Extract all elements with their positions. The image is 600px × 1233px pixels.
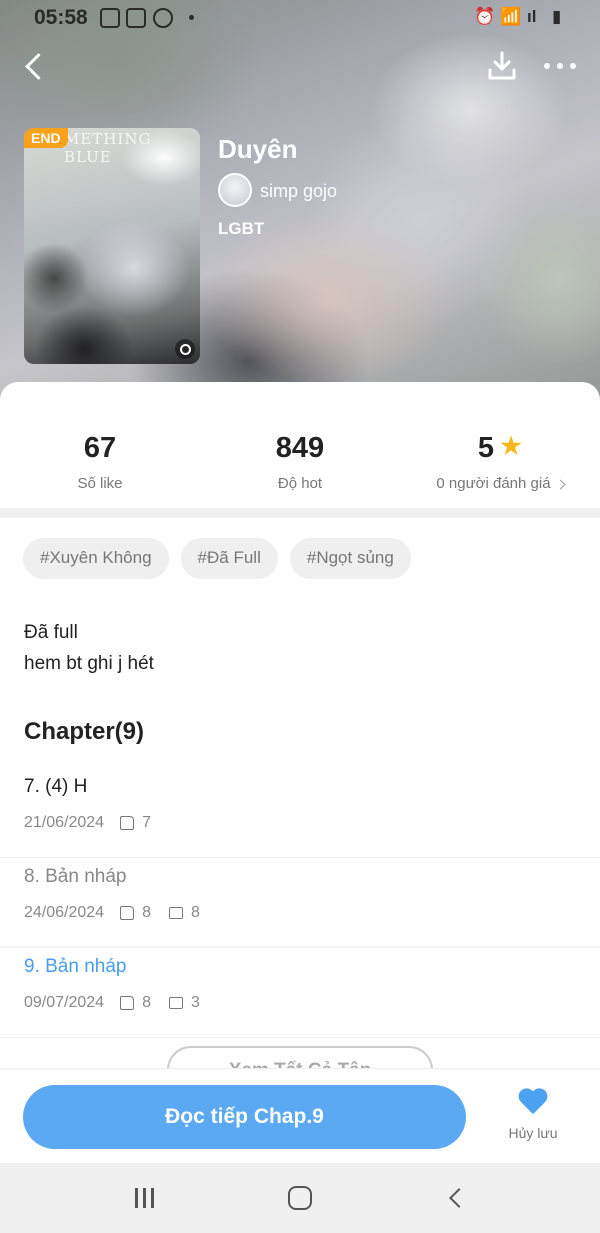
stat-likes-label: Số like <box>77 475 123 492</box>
chapter-item[interactable]: 7. (4) H 21/06/2024 7 <box>0 768 600 858</box>
signal-icon: ıl <box>527 7 537 26</box>
end-badge: END <box>24 128 68 148</box>
favorite-button[interactable]: Hủy lưu <box>498 1089 568 1141</box>
alarm-icon: ⏰ <box>474 7 496 26</box>
chapter-likes: 8 <box>142 904 151 921</box>
chapter-date: 24/06/2024 <box>24 904 105 921</box>
chapter-heading: Chapter(9) <box>24 718 145 745</box>
genre-label[interactable]: LGBT <box>218 219 264 239</box>
chapter-likes: 7 <box>142 814 151 831</box>
stat-hot-label: Độ hot <box>277 475 323 492</box>
chapter-title: 7. (4) H <box>24 776 88 797</box>
chapter-date: 21/06/2024 <box>24 814 105 831</box>
chapter-meta: 21/06/2024 7 <box>24 814 151 832</box>
stat-rating-label-row: 0 người đánh giá <box>400 475 600 492</box>
stats-card: 67 Số like 849 Độ hot 5 0 người đánh giá <box>0 382 600 508</box>
stat-rating[interactable]: 5 0 người đánh giá <box>400 432 600 492</box>
status-time: 05:58 <box>34 6 88 29</box>
story-title: Duyên <box>218 134 298 164</box>
recent-apps-button[interactable] <box>133 1188 157 1208</box>
chapter-item[interactable]: 8. Bản nháp 24/06/2024 8 8 <box>0 858 600 948</box>
chevron-right-icon <box>555 479 566 489</box>
description-line: Đã full <box>24 622 78 643</box>
home-button[interactable] <box>288 1186 312 1210</box>
status-bar: 05:58 ⏰ 📶 ıl ▮ <box>0 0 600 36</box>
zoom-icon[interactable] <box>175 339 195 359</box>
story-description: Đã full hem bt ghi j hét <box>24 617 154 679</box>
download-icon <box>488 51 516 80</box>
stat-hot: 849 Độ hot <box>200 432 400 492</box>
battery-icon: ▮ <box>552 7 562 26</box>
dnd-icon <box>153 8 173 28</box>
chapter-meta: 24/06/2024 8 8 <box>24 904 200 922</box>
stat-likes: 67 Số like <box>0 432 200 492</box>
stat-rating-value-row: 5 <box>400 432 600 465</box>
gallery-icon <box>100 8 120 28</box>
chapter-likes: 8 <box>142 994 151 1011</box>
back-button[interactable] <box>20 48 50 84</box>
thumbs-up-icon <box>120 816 135 830</box>
download-button[interactable] <box>486 50 518 82</box>
star-icon <box>500 435 522 456</box>
youtube-icon <box>126 8 146 28</box>
description-line: hem bt ghi j hét <box>24 653 154 674</box>
chapter-meta: 09/07/2024 8 3 <box>24 994 200 1012</box>
heart-icon <box>518 1089 548 1115</box>
tag-chip[interactable]: #Ngọt sủng <box>289 538 411 579</box>
chapter-item[interactable]: 9. Bản nháp 09/07/2024 8 3 <box>0 948 600 1038</box>
chapter-title: 8. Bản nháp <box>24 866 127 887</box>
tag-list: #Xuyên Không #Đã Full #Ngọt sủng <box>23 538 411 579</box>
story-cover[interactable]: METHING BLUE END <box>24 128 200 364</box>
author-avatar[interactable] <box>218 173 252 207</box>
thumbs-up-icon <box>120 906 135 920</box>
story-content: #Xuyên Không #Đã Full #Ngọt sủng Đã full… <box>0 518 600 1078</box>
chapter-list: 7. (4) H 21/06/2024 7 8. Bản nháp 24/06/… <box>0 768 600 1038</box>
favorite-label: Hủy lưu <box>508 1125 558 1141</box>
chapter-title: 9. Bản nháp <box>24 956 127 977</box>
wifi-icon: 📶 <box>500 7 522 26</box>
system-navigation-bar <box>0 1163 600 1233</box>
bottom-action-bar: Đọc tiếp Chap.9 Hủy lưu <box>0 1068 600 1163</box>
cover-title: METHING BLUE <box>64 130 152 166</box>
stat-rating-label: 0 người đánh giá <box>436 475 551 492</box>
chapter-date: 09/07/2024 <box>24 994 105 1011</box>
notification-dot-icon <box>189 15 194 20</box>
continue-reading-button[interactable]: Đọc tiếp Chap.9 <box>23 1085 466 1149</box>
thumbs-up-icon <box>120 996 135 1010</box>
system-back-button[interactable] <box>449 1188 469 1208</box>
comment-icon <box>168 997 183 1009</box>
stat-hot-value: 849 <box>275 432 325 464</box>
comment-icon <box>168 907 183 919</box>
tag-chip[interactable]: #Đã Full <box>180 538 278 579</box>
stat-rating-value: 5 <box>477 432 495 464</box>
chapter-comments: 3 <box>190 994 200 1011</box>
stat-likes-value: 67 <box>83 432 117 464</box>
more-button[interactable] <box>540 56 580 76</box>
author-name[interactable]: simp gojo <box>260 181 337 202</box>
tag-chip[interactable]: #Xuyên Không <box>23 538 169 579</box>
chapter-comments: 8 <box>190 904 200 921</box>
